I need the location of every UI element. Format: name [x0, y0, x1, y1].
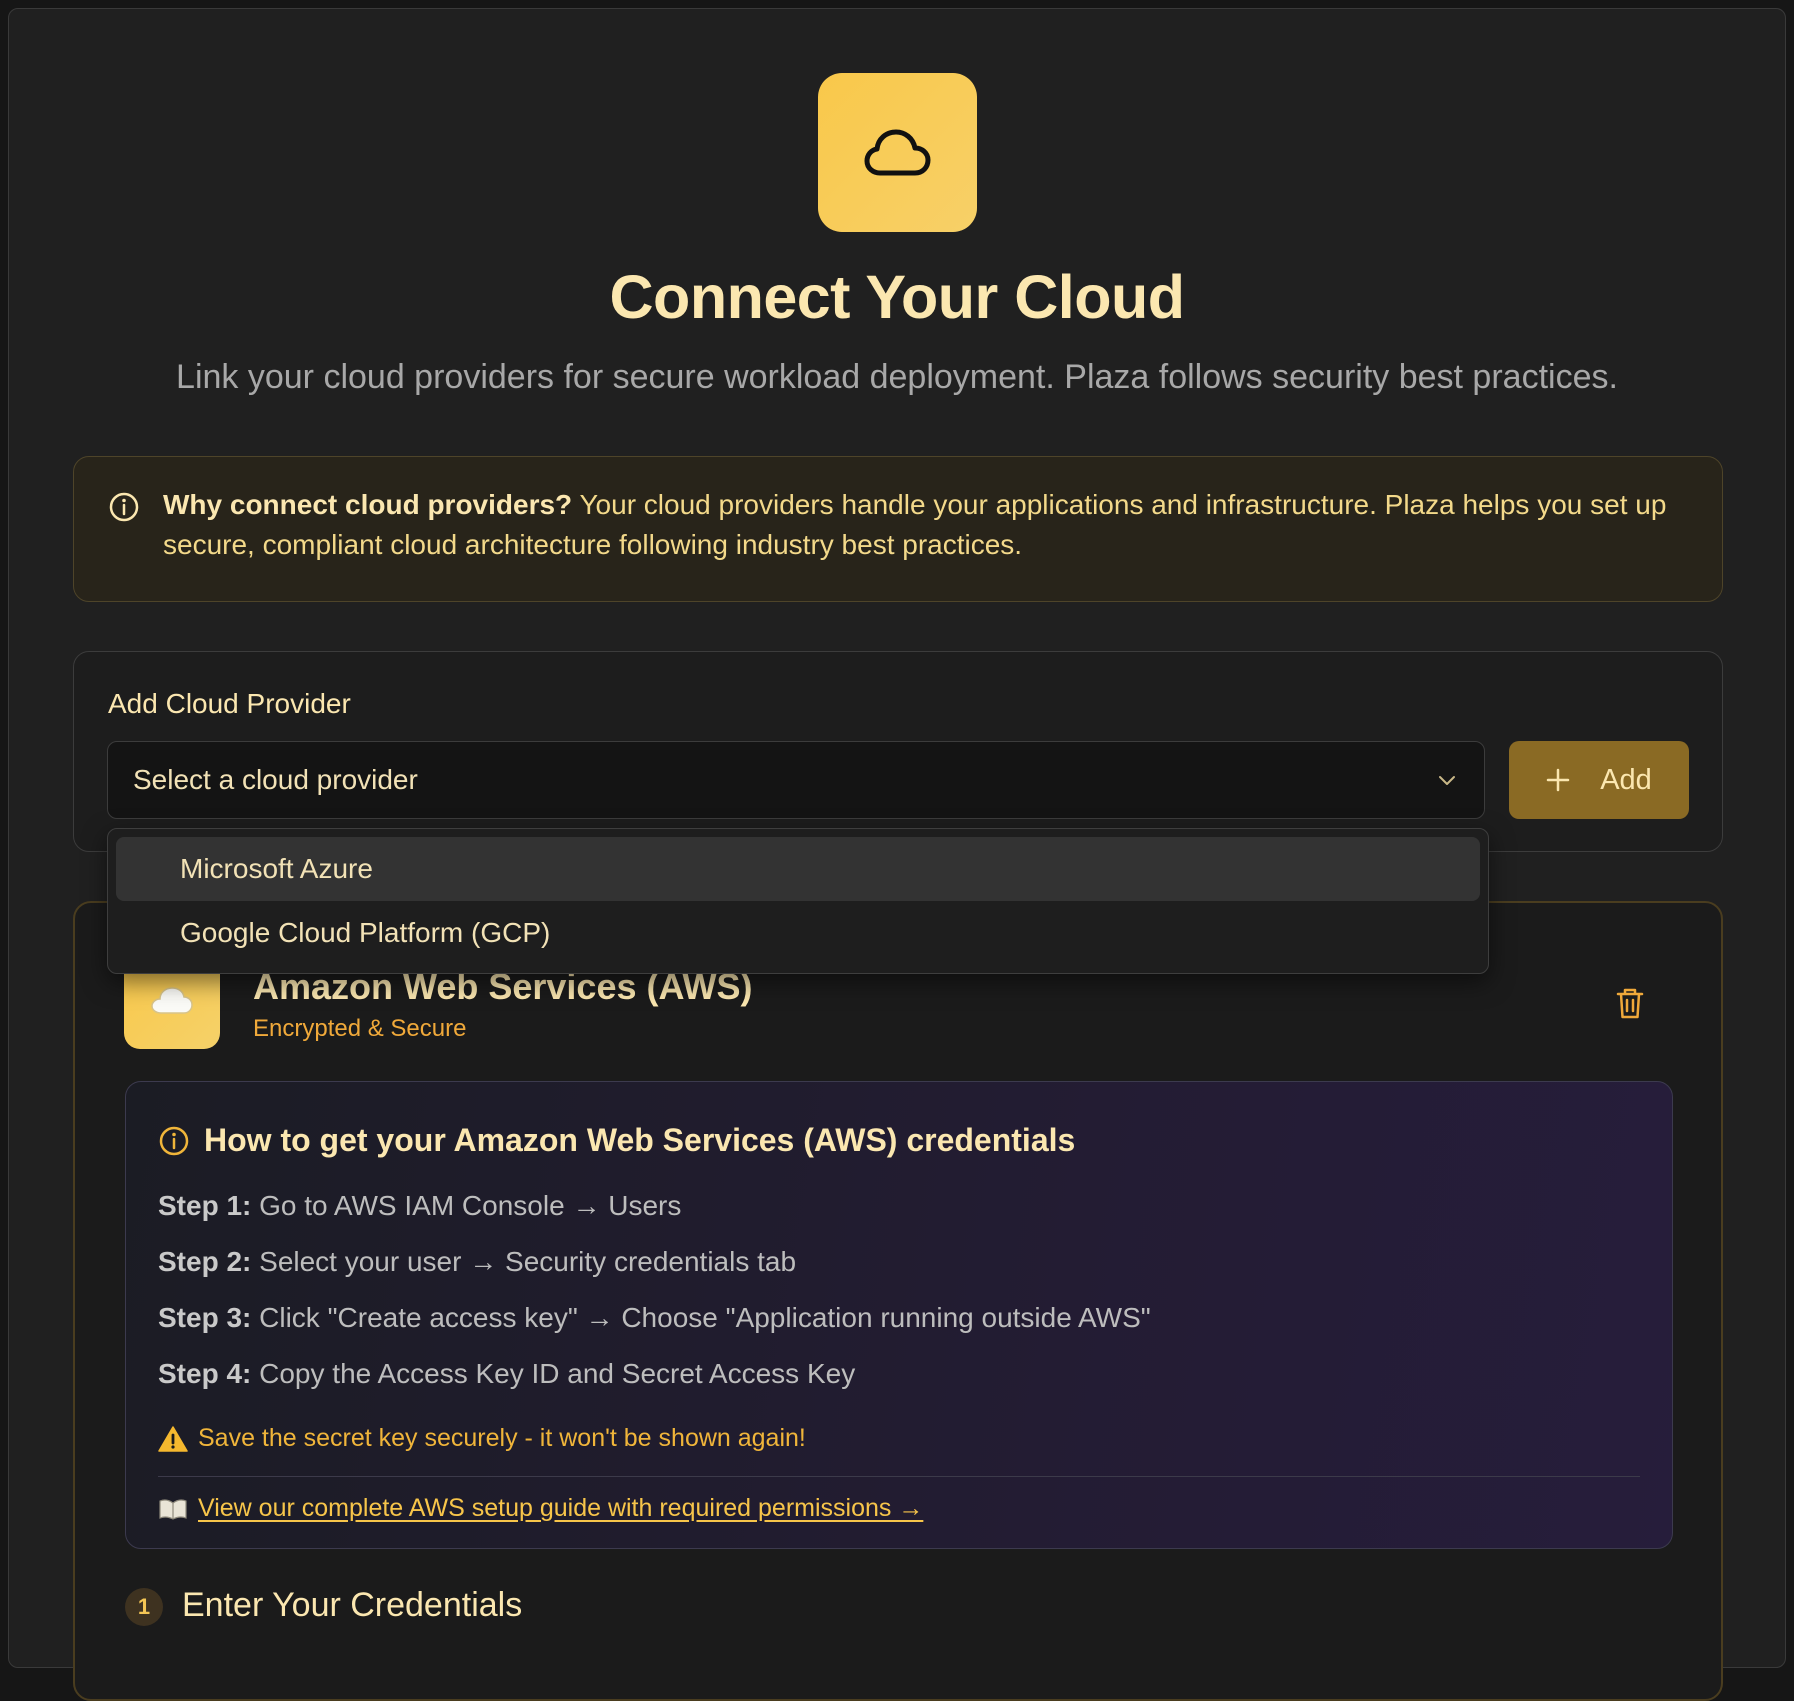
dropdown-option-gcp[interactable]: Google Cloud Platform (GCP)	[116, 901, 1480, 965]
step-text: Copy the Access Key ID and Secret Access…	[251, 1358, 856, 1389]
help-step: Step 3: Click "Create access key" → Choo…	[158, 1302, 1151, 1334]
setup-guide-link[interactable]: View our complete AWS setup guide with r…	[158, 1494, 923, 1523]
warning-text: Save the secret key securely - it won't …	[198, 1424, 806, 1452]
help-step: Step 2: Select your user → Security cred…	[158, 1246, 796, 1278]
step-text: Go to AWS IAM Console → Users	[251, 1190, 682, 1221]
guide-link-text: View our complete AWS setup guide with r…	[198, 1494, 924, 1522]
step-label: Step 2:	[158, 1246, 252, 1277]
provider-card-aws: Amazon Web Services (AWS) Encrypted & Se…	[73, 901, 1723, 1701]
add-button-label: Add	[1600, 763, 1652, 796]
warning-icon	[158, 1425, 188, 1452]
warning-note: Save the secret key securely - it won't …	[158, 1424, 806, 1453]
select-placeholder: Select a cloud provider	[133, 764, 418, 795]
provider-dropdown-menu: Microsoft Azure Google Cloud Platform (G…	[107, 828, 1489, 974]
cloud-icon	[864, 129, 930, 175]
step-number-badge: 1	[125, 1588, 163, 1626]
step-text: Select your user → Security credentials …	[251, 1246, 797, 1277]
info-banner: Why connect cloud providers? Your cloud …	[73, 456, 1723, 602]
info-text: Why connect cloud providers? Your cloud …	[163, 485, 1683, 565]
cloud-logo	[818, 73, 977, 232]
info-icon	[159, 1126, 189, 1155]
help-title: How to get your Amazon Web Services (AWS…	[204, 1122, 1076, 1158]
provider-status: Encrypted & Secure	[253, 1015, 467, 1042]
provider-select[interactable]: Select a cloud provider	[107, 741, 1485, 819]
trash-icon[interactable]	[1615, 986, 1645, 1020]
help-step: Step 4: Copy the Access Key ID and Secre…	[158, 1358, 855, 1390]
step-label: Step 1:	[158, 1190, 252, 1221]
section-title: Enter Your Credentials	[182, 1586, 523, 1624]
add-provider-card: Add Cloud Provider Select a cloud provid…	[73, 651, 1723, 852]
page-title: Connect Your Cloud	[609, 263, 1186, 331]
step-label: Step 3:	[158, 1302, 252, 1333]
credentials-help-panel: How to get your Amazon Web Services (AWS…	[125, 1081, 1673, 1549]
info-heading: Why connect cloud providers?	[163, 489, 573, 520]
step-label: Step 4:	[158, 1358, 252, 1389]
divider	[158, 1476, 1640, 1477]
dropdown-option-azure[interactable]: Microsoft Azure	[116, 837, 1480, 901]
info-icon	[109, 492, 139, 522]
chevron-down-icon	[1439, 776, 1455, 785]
add-provider-label: Add Cloud Provider	[108, 688, 351, 719]
page-subtitle: Link your cloud providers for secure wor…	[176, 358, 1618, 396]
plus-icon	[1546, 768, 1570, 792]
add-button[interactable]: Add	[1509, 741, 1689, 819]
step-text: Click "Create access key" → Choose "Appl…	[251, 1302, 1151, 1333]
book-icon	[159, 1498, 187, 1520]
help-header: How to get your Amazon Web Services (AWS…	[158, 1122, 1075, 1159]
help-step: Step 1: Go to AWS IAM Console → Users	[158, 1190, 681, 1222]
cloud-icon	[151, 987, 193, 1014]
